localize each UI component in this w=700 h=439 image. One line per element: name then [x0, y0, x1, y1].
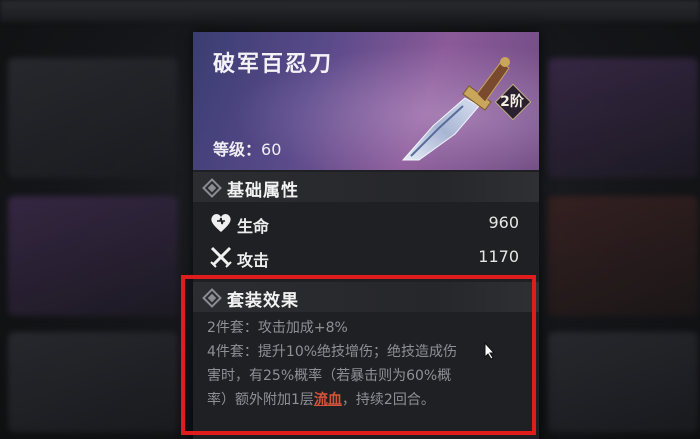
bleed-keyword-link[interactable]: 流血 — [314, 392, 342, 408]
mouse-cursor-icon — [484, 342, 496, 360]
four-piece-prefix: 4件套： — [207, 344, 258, 360]
four-piece-line3-a: 率）额外附加1层 — [207, 392, 314, 408]
heart-icon — [211, 214, 231, 232]
background-slot — [548, 58, 698, 178]
background-slot — [8, 196, 178, 316]
level-value: 60 — [261, 140, 282, 159]
base-attributes-title: 基础属性 — [227, 181, 299, 201]
four-piece-effect: 4件套：提升10%绝技增伤；绝技造成伤 害时，有25%概率（若暴击则为60%概 … — [207, 340, 527, 412]
base-attributes-header: 基础属性 — [193, 172, 539, 202]
item-level: 等级：60 — [213, 136, 281, 160]
level-label: 等级： — [213, 140, 262, 159]
stat-name: 生命 — [237, 217, 270, 236]
four-piece-line3-b: ，持续2回合。 — [341, 392, 435, 408]
background-top-bar — [0, 0, 700, 22]
background-slot — [8, 332, 178, 432]
background-slot — [548, 196, 698, 316]
two-piece-effect: 2件套：攻击加成+8% — [207, 316, 527, 340]
diamond-bullet-icon — [202, 288, 222, 308]
item-header: 破军百忍刀 2阶 等级：60 — [193, 32, 539, 170]
diamond-bullet-icon — [202, 178, 222, 198]
item-tooltip: 破军百忍刀 2阶 等级：60 基础属性 生命 960 攻击 1170 套装效果 … — [193, 32, 539, 439]
item-name: 破军百忍刀 — [213, 51, 334, 77]
stat-value: 1170 — [478, 247, 519, 266]
rank-badge: 2阶 — [494, 83, 532, 121]
set-effect-header: 套装效果 — [193, 282, 539, 312]
stat-value: 960 — [488, 213, 519, 232]
crossed-swords-icon — [210, 246, 232, 268]
background-slot — [548, 332, 698, 432]
stat-row-hp: 生命 960 — [193, 206, 539, 240]
two-piece-prefix: 2件套： — [207, 320, 258, 336]
game-screen: 破军百忍刀 2阶 等级：60 基础属性 生命 960 攻击 1170 套装效果 … — [0, 0, 700, 439]
stat-name: 攻击 — [237, 251, 270, 270]
four-piece-line1: 提升10%绝技增伤；绝技造成伤 — [257, 344, 458, 360]
set-effect-title: 套装效果 — [227, 291, 299, 311]
stat-row-attack: 攻击 1170 — [193, 240, 539, 274]
background-slot — [8, 58, 178, 178]
two-piece-text: 攻击加成+8% — [257, 320, 348, 336]
four-piece-line2: 害时，有25%概率（若暴击则为60%概 — [207, 368, 452, 384]
